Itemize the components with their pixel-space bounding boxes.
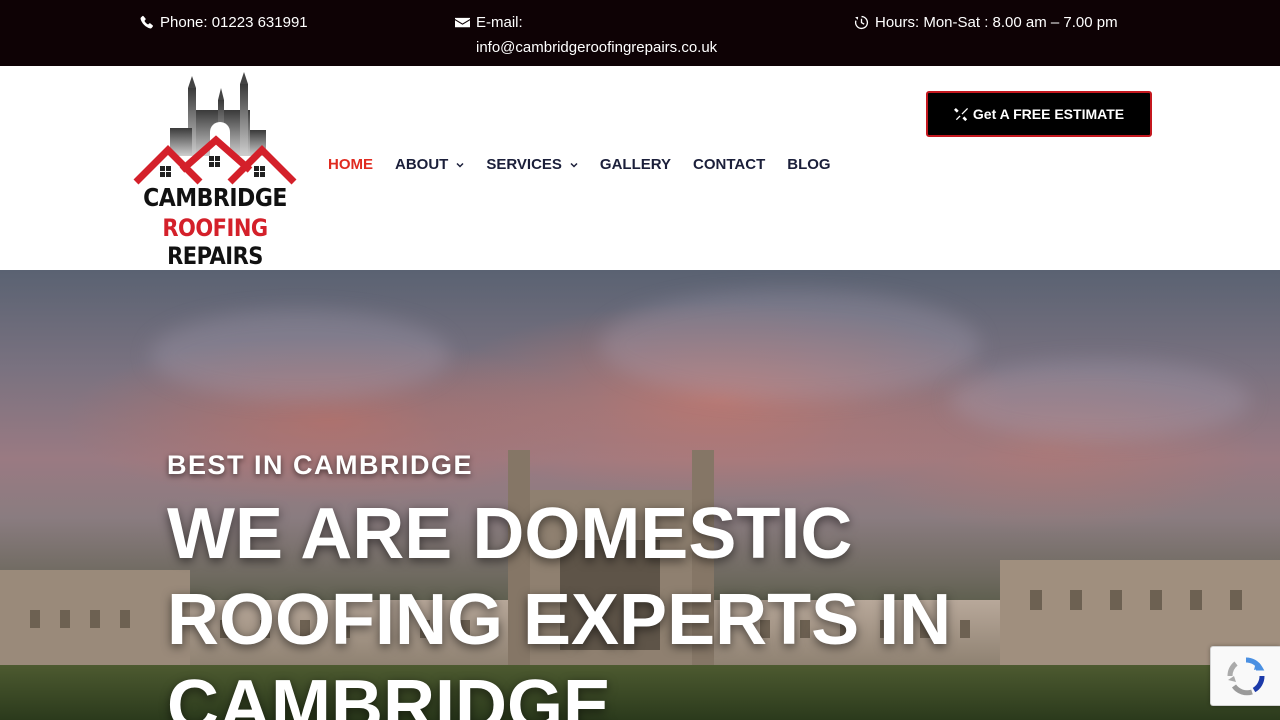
nav-gallery[interactable]: GALLERY — [600, 156, 671, 173]
nav-contact[interactable]: CONTACT — [693, 156, 765, 173]
hero-title: WE ARE DOMESTIC ROOFING EXPERTS IN CAMBR… — [167, 494, 952, 720]
recaptcha-badge[interactable] — [1210, 646, 1280, 706]
logo-graphic — [133, 72, 297, 185]
nav-home-label: HOME — [328, 156, 373, 173]
topbar-email-label: E-mail: — [476, 14, 523, 31]
chevron-down-icon — [570, 161, 578, 169]
topbar-email-link[interactable]: info@cambridgeroofingrepairs.co.uk — [476, 35, 717, 60]
hero-section: BEST IN CAMBRIDGE WE ARE DOMESTIC ROOFIN… — [0, 270, 1280, 720]
hero-text: BEST IN CAMBRIDGE WE ARE DOMESTIC ROOFIN… — [167, 450, 1067, 720]
topbar-hours-text: Hours: Mon-Sat : 8.00 am – 7.00 pm — [875, 14, 1118, 31]
hero-subtitle: BEST IN CAMBRIDGE — [167, 450, 474, 480]
site-logo[interactable]: CAMBRIDGE ROOFING REPAIRS — [130, 70, 300, 270]
envelope-icon — [455, 15, 470, 30]
logo-line-1: CAMBRIDGE — [143, 184, 287, 213]
chevron-down-icon — [456, 161, 464, 169]
topbar-phone-text: Phone: 01223 631991 — [160, 14, 308, 31]
logo-line-2b: REPAIRS — [167, 242, 263, 270]
tools-icon — [953, 107, 969, 122]
main-nav: HOME ABOUT SERVICES GALLERY CONTACT BLOG — [328, 156, 831, 173]
top-bar: Phone: 01223 631991 E-mail: info@cambrid… — [0, 0, 1280, 66]
logo-line-2a: ROOFING — [162, 214, 268, 242]
logo-line-2: ROOFING REPAIRS — [130, 214, 300, 269]
phone-icon — [139, 15, 154, 30]
topbar-hours: Hours: Mon-Sat : 8.00 am – 7.00 pm — [854, 10, 1118, 35]
nav-about[interactable]: ABOUT — [395, 156, 464, 173]
nav-blog[interactable]: BLOG — [787, 156, 830, 173]
nav-services-label: SERVICES — [486, 156, 562, 173]
topbar-email[interactable]: E-mail: info@cambridgeroofingrepairs.co.… — [455, 10, 717, 60]
nav-blog-label: BLOG — [787, 156, 831, 173]
nav-gallery-label: GALLERY — [599, 156, 672, 173]
site-header: CAMBRIDGE ROOFING REPAIRS HOME ABOUT SER… — [0, 66, 1280, 270]
nav-home[interactable]: HOME — [328, 156, 373, 173]
free-estimate-button[interactable]: Get A FREE ESTIMATE — [926, 91, 1152, 137]
nav-contact-label: CONTACT — [693, 156, 766, 173]
nav-services[interactable]: SERVICES — [486, 156, 578, 173]
nav-about-label: ABOUT — [395, 156, 449, 173]
free-estimate-label: Get A FREE ESTIMATE — [972, 106, 1125, 122]
recaptcha-icon — [1226, 656, 1266, 696]
topbar-phone[interactable]: Phone: 01223 631991 — [139, 10, 308, 35]
clock-icon — [854, 15, 869, 30]
